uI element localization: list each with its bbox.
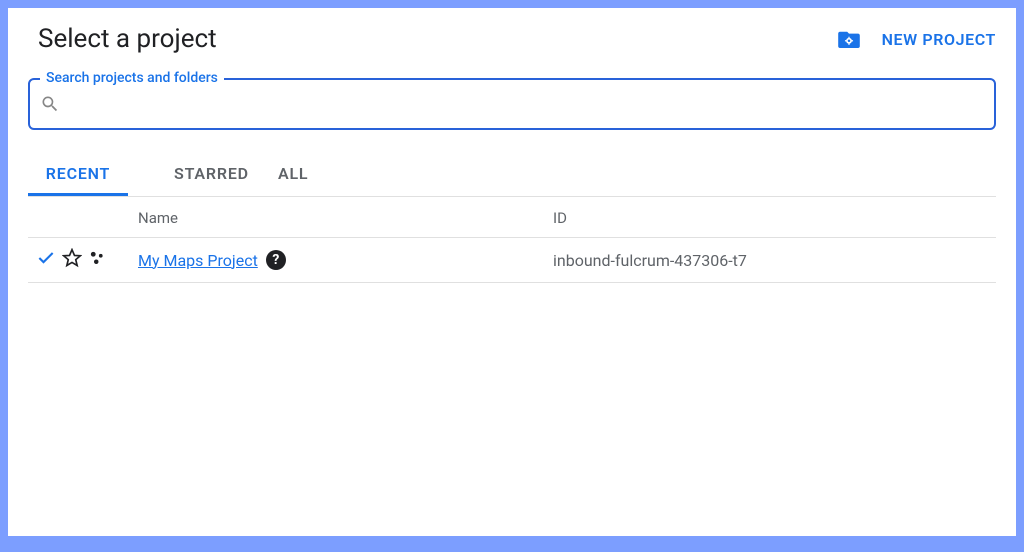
star-icon[interactable] [62,248,82,272]
header-actions: NEW PROJECT [838,30,996,49]
dialog-header: Select a project NEW PROJECT [28,24,996,54]
search-input[interactable] [64,80,984,128]
tab-recent[interactable]: RECENT [28,154,128,196]
table-row[interactable]: My Maps Project ? inbound-fulcrum-437306… [28,238,996,283]
new-project-button[interactable]: NEW PROJECT [882,30,996,49]
column-id: ID [553,209,996,227]
tab-starred[interactable]: STARRED [128,154,268,196]
help-icon[interactable]: ? [266,250,286,270]
row-name-cell: My Maps Project ? [138,250,553,270]
row-icons [28,248,138,272]
column-name: Name [138,209,553,227]
row-id-cell: inbound-fulcrum-437306-t7 [553,251,996,270]
search-label: Search projects and folders [40,70,224,86]
project-name-link[interactable]: My Maps Project [138,251,258,270]
select-project-dialog: Select a project NEW PROJECT Searc [8,8,1016,536]
table-header: Name ID [28,197,996,238]
project-type-icon [88,249,106,271]
search-field-wrapper[interactable]: Search projects and folders [28,78,996,130]
dialog-title: Select a project [28,24,217,54]
search-icon [40,94,60,114]
tabs: RECENT STARRED ALL [28,154,996,197]
manage-folders-icon[interactable] [838,30,860,48]
tab-all[interactable]: ALL [268,154,408,196]
selected-check-icon [36,248,56,272]
